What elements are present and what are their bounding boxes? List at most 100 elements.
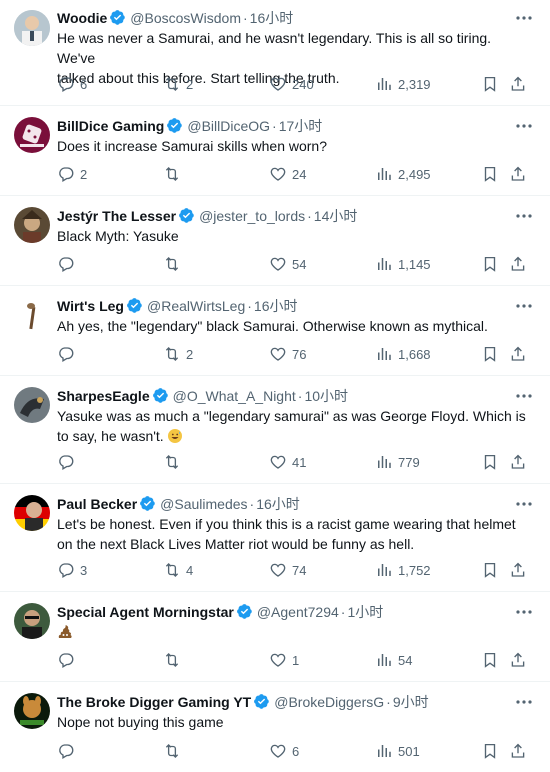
share-button[interactable] bbox=[509, 651, 527, 671]
views-button[interactable]: 501 bbox=[375, 742, 420, 762]
more-options-icon[interactable] bbox=[515, 9, 533, 27]
more-options-icon[interactable] bbox=[515, 297, 533, 315]
author-handle[interactable]: @RealWirtsLeg bbox=[147, 298, 245, 314]
share-button[interactable] bbox=[509, 345, 527, 365]
reply-button[interactable]: 2 bbox=[57, 165, 87, 185]
views-button[interactable]: 2,319 bbox=[375, 75, 431, 95]
like-button[interactable]: 240 bbox=[269, 75, 314, 95]
author-name[interactable]: BillDice Gaming bbox=[57, 118, 164, 134]
avatar[interactable] bbox=[14, 603, 50, 639]
share-button[interactable] bbox=[509, 561, 527, 581]
more-options-icon[interactable] bbox=[515, 603, 533, 621]
like-button[interactable]: 6 bbox=[269, 742, 299, 762]
avatar[interactable] bbox=[14, 387, 50, 423]
bookmark-button[interactable] bbox=[481, 75, 499, 95]
bookmark-button[interactable] bbox=[481, 165, 499, 185]
timestamp[interactable]: 17小时 bbox=[279, 118, 323, 134]
views-button[interactable]: 2,495 bbox=[375, 165, 431, 185]
tweet-text: Black Myth: Yasuke bbox=[57, 228, 179, 244]
reply-button[interactable] bbox=[57, 742, 80, 762]
verified-badge-icon bbox=[236, 603, 253, 620]
more-options-icon[interactable] bbox=[515, 495, 533, 513]
reply-button[interactable] bbox=[57, 345, 80, 365]
views-button[interactable]: 1,668 bbox=[375, 345, 431, 365]
author-name[interactable]: Woodie bbox=[57, 10, 107, 26]
avatar[interactable] bbox=[14, 10, 50, 46]
reply-button[interactable] bbox=[57, 453, 80, 473]
like-button[interactable]: 54 bbox=[269, 255, 306, 275]
more-options-icon[interactable] bbox=[515, 387, 533, 405]
avatar[interactable] bbox=[14, 117, 50, 153]
more-options-icon[interactable] bbox=[515, 693, 533, 711]
views-button[interactable]: 1,752 bbox=[375, 561, 431, 581]
bookmark-button[interactable] bbox=[481, 651, 499, 671]
tweet[interactable]: The Broke Digger Gaming YT @BrokeDiggersG… bbox=[0, 682, 550, 772]
repost-button[interactable]: 2 bbox=[163, 75, 193, 95]
share-button[interactable] bbox=[509, 75, 527, 95]
author-handle[interactable]: @Saulimedes bbox=[160, 496, 247, 512]
tweet[interactable]: Special Agent Morningstar @Agent7294 · 1小时 … bbox=[0, 592, 550, 682]
views-button[interactable]: 1,145 bbox=[375, 255, 431, 275]
avatar[interactable] bbox=[14, 693, 50, 729]
timestamp[interactable]: 16小时 bbox=[254, 298, 298, 314]
timestamp[interactable]: 9小时 bbox=[393, 694, 429, 710]
author-handle[interactable]: @BrokeDiggersG bbox=[274, 694, 384, 710]
views-button[interactable]: 779 bbox=[375, 453, 420, 473]
author-handle[interactable]: @BillDiceOG bbox=[187, 118, 270, 134]
avatar[interactable] bbox=[14, 297, 50, 333]
tweet[interactable]: BillDice Gaming @BillDiceOG · 17小时 Does it … bbox=[0, 106, 550, 196]
share-button[interactable] bbox=[509, 453, 527, 473]
repost-button[interactable]: 4 bbox=[163, 561, 193, 581]
repost-button[interactable]: 2 bbox=[163, 345, 193, 365]
bookmark-button[interactable] bbox=[481, 453, 499, 473]
author-handle[interactable]: @jester_to_lords bbox=[199, 208, 305, 224]
views-button[interactable]: 54 bbox=[375, 651, 412, 671]
more-options-icon[interactable] bbox=[515, 207, 533, 225]
timestamp[interactable]: 1小时 bbox=[347, 604, 383, 620]
tweet[interactable]: SharpesEagle @O_What_A_Night · 10小时 Yasuke … bbox=[0, 376, 550, 484]
tweet-text: Ah yes, the "legendary" black Samurai. O… bbox=[57, 318, 488, 334]
author-name[interactable]: SharpesEagle bbox=[57, 388, 150, 404]
share-button[interactable] bbox=[509, 165, 527, 185]
reply-button[interactable] bbox=[57, 255, 80, 275]
avatar[interactable] bbox=[14, 207, 50, 243]
repost-button[interactable] bbox=[163, 453, 186, 473]
timestamp[interactable]: 10小时 bbox=[304, 388, 348, 404]
author-handle[interactable]: @Agent7294 bbox=[257, 604, 339, 620]
tweet[interactable]: Jestýr The Lesser @jester_to_lords · 14小时 B… bbox=[0, 196, 550, 286]
reply-button[interactable] bbox=[57, 651, 80, 671]
avatar[interactable] bbox=[14, 495, 50, 531]
like-button[interactable]: 41 bbox=[269, 453, 306, 473]
bookmark-button[interactable] bbox=[481, 561, 499, 581]
share-button[interactable] bbox=[509, 255, 527, 275]
bookmark-button[interactable] bbox=[481, 742, 499, 762]
repost-button[interactable] bbox=[163, 165, 186, 185]
author-name[interactable]: Special Agent Morningstar bbox=[57, 604, 234, 620]
views-count: 1,668 bbox=[398, 347, 431, 362]
author-name[interactable]: Jestýr The Lesser bbox=[57, 208, 176, 224]
more-options-icon[interactable] bbox=[515, 117, 533, 135]
tweet[interactable]: Wirt's Leg @RealWirtsLeg · 16小时 Ah yes, the… bbox=[0, 286, 550, 376]
bookmark-button[interactable] bbox=[481, 345, 499, 365]
like-button[interactable]: 76 bbox=[269, 345, 306, 365]
reply-button[interactable]: 3 bbox=[57, 561, 87, 581]
like-button[interactable]: 74 bbox=[269, 561, 306, 581]
timestamp[interactable]: 16小时 bbox=[256, 496, 300, 512]
author-name[interactable]: Paul Becker bbox=[57, 496, 137, 512]
repost-button[interactable] bbox=[163, 255, 186, 275]
like-button[interactable]: 24 bbox=[269, 165, 306, 185]
timestamp[interactable]: 14小时 bbox=[314, 208, 358, 224]
author-handle[interactable]: @O_What_A_Night bbox=[173, 388, 296, 404]
repost-button[interactable] bbox=[163, 742, 186, 762]
share-button[interactable] bbox=[509, 742, 527, 762]
reply-button[interactable]: 6 bbox=[57, 75, 87, 95]
bookmark-button[interactable] bbox=[481, 255, 499, 275]
like-button[interactable]: 1 bbox=[269, 651, 299, 671]
timestamp[interactable]: 16小时 bbox=[250, 10, 294, 26]
tweet[interactable]: Woodie @BoscosWisdom · 16小时 He was never a … bbox=[0, 0, 550, 106]
tweet[interactable]: Paul Becker @Saulimedes · 16小时 Let's be hon… bbox=[0, 484, 550, 592]
author-name[interactable]: The Broke Digger Gaming YT bbox=[57, 694, 251, 710]
repost-button[interactable] bbox=[163, 651, 186, 671]
author-name[interactable]: Wirt's Leg bbox=[57, 298, 124, 314]
author-handle[interactable]: @BoscosWisdom bbox=[130, 10, 241, 26]
